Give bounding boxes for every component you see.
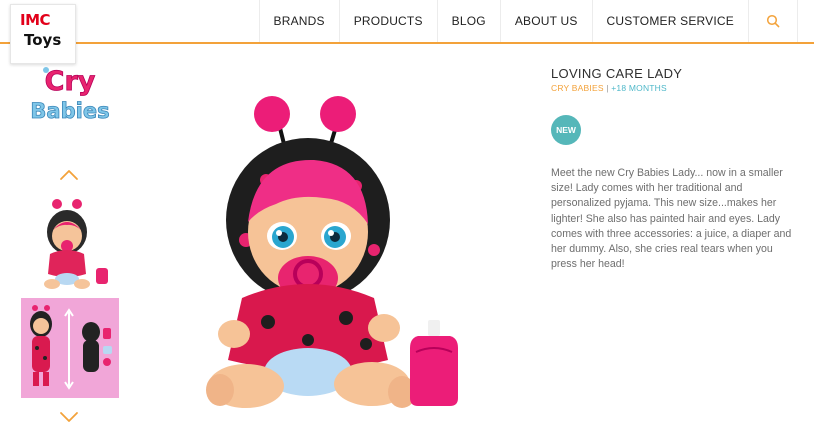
product-subtitle: CRY BABIES | +18 MONTHS: [551, 83, 667, 93]
cry-babies-logo[interactable]: Cry Babies: [18, 62, 122, 128]
nav-products[interactable]: PRODUCTS: [338, 0, 437, 42]
search-icon: [766, 14, 780, 28]
new-badge: NEW: [551, 115, 581, 145]
product-description: Meet the new Cry Babies Lady... now in a…: [551, 167, 792, 271]
site-header: BRANDS PRODUCTS BLOG ABOUT US CUSTOMER S…: [0, 0, 814, 44]
cry-babies-logo-line1: Cry: [45, 66, 96, 97]
product-age-range: +18 MONTHS: [611, 83, 667, 93]
logo-imc-text: IMC: [20, 11, 51, 29]
doll-size-thumbnail-image: [30, 305, 112, 390]
product-brand-link[interactable]: CRY BABIES: [551, 83, 604, 93]
logo-toys-text: Toys: [24, 31, 62, 49]
doll-thumbnail-image: [44, 199, 108, 289]
thumbnail-1[interactable]: [22, 194, 118, 298]
product-title: LOVING CARE LADY: [551, 66, 683, 81]
cry-babies-logo-line2: Babies: [30, 99, 109, 123]
subtitle-separator: |: [606, 83, 609, 93]
chevron-up-icon[interactable]: [58, 168, 80, 182]
product-main-image: [206, 96, 458, 408]
nav-brands[interactable]: BRANDS: [258, 0, 339, 42]
main-nav: BRANDS PRODUCTS BLOG ABOUT US CUSTOMER S…: [258, 0, 798, 42]
nav-customer-service[interactable]: CUSTOMER SERVICE: [591, 0, 748, 42]
chevron-down-icon[interactable]: [58, 410, 80, 424]
nav-about-us[interactable]: ABOUT US: [499, 0, 592, 42]
search-button[interactable]: [748, 0, 798, 42]
nav-blog[interactable]: BLOG: [436, 0, 500, 42]
imc-toys-logo[interactable]: IMC Toys: [10, 4, 76, 64]
thumbnail-2[interactable]: [21, 298, 119, 398]
